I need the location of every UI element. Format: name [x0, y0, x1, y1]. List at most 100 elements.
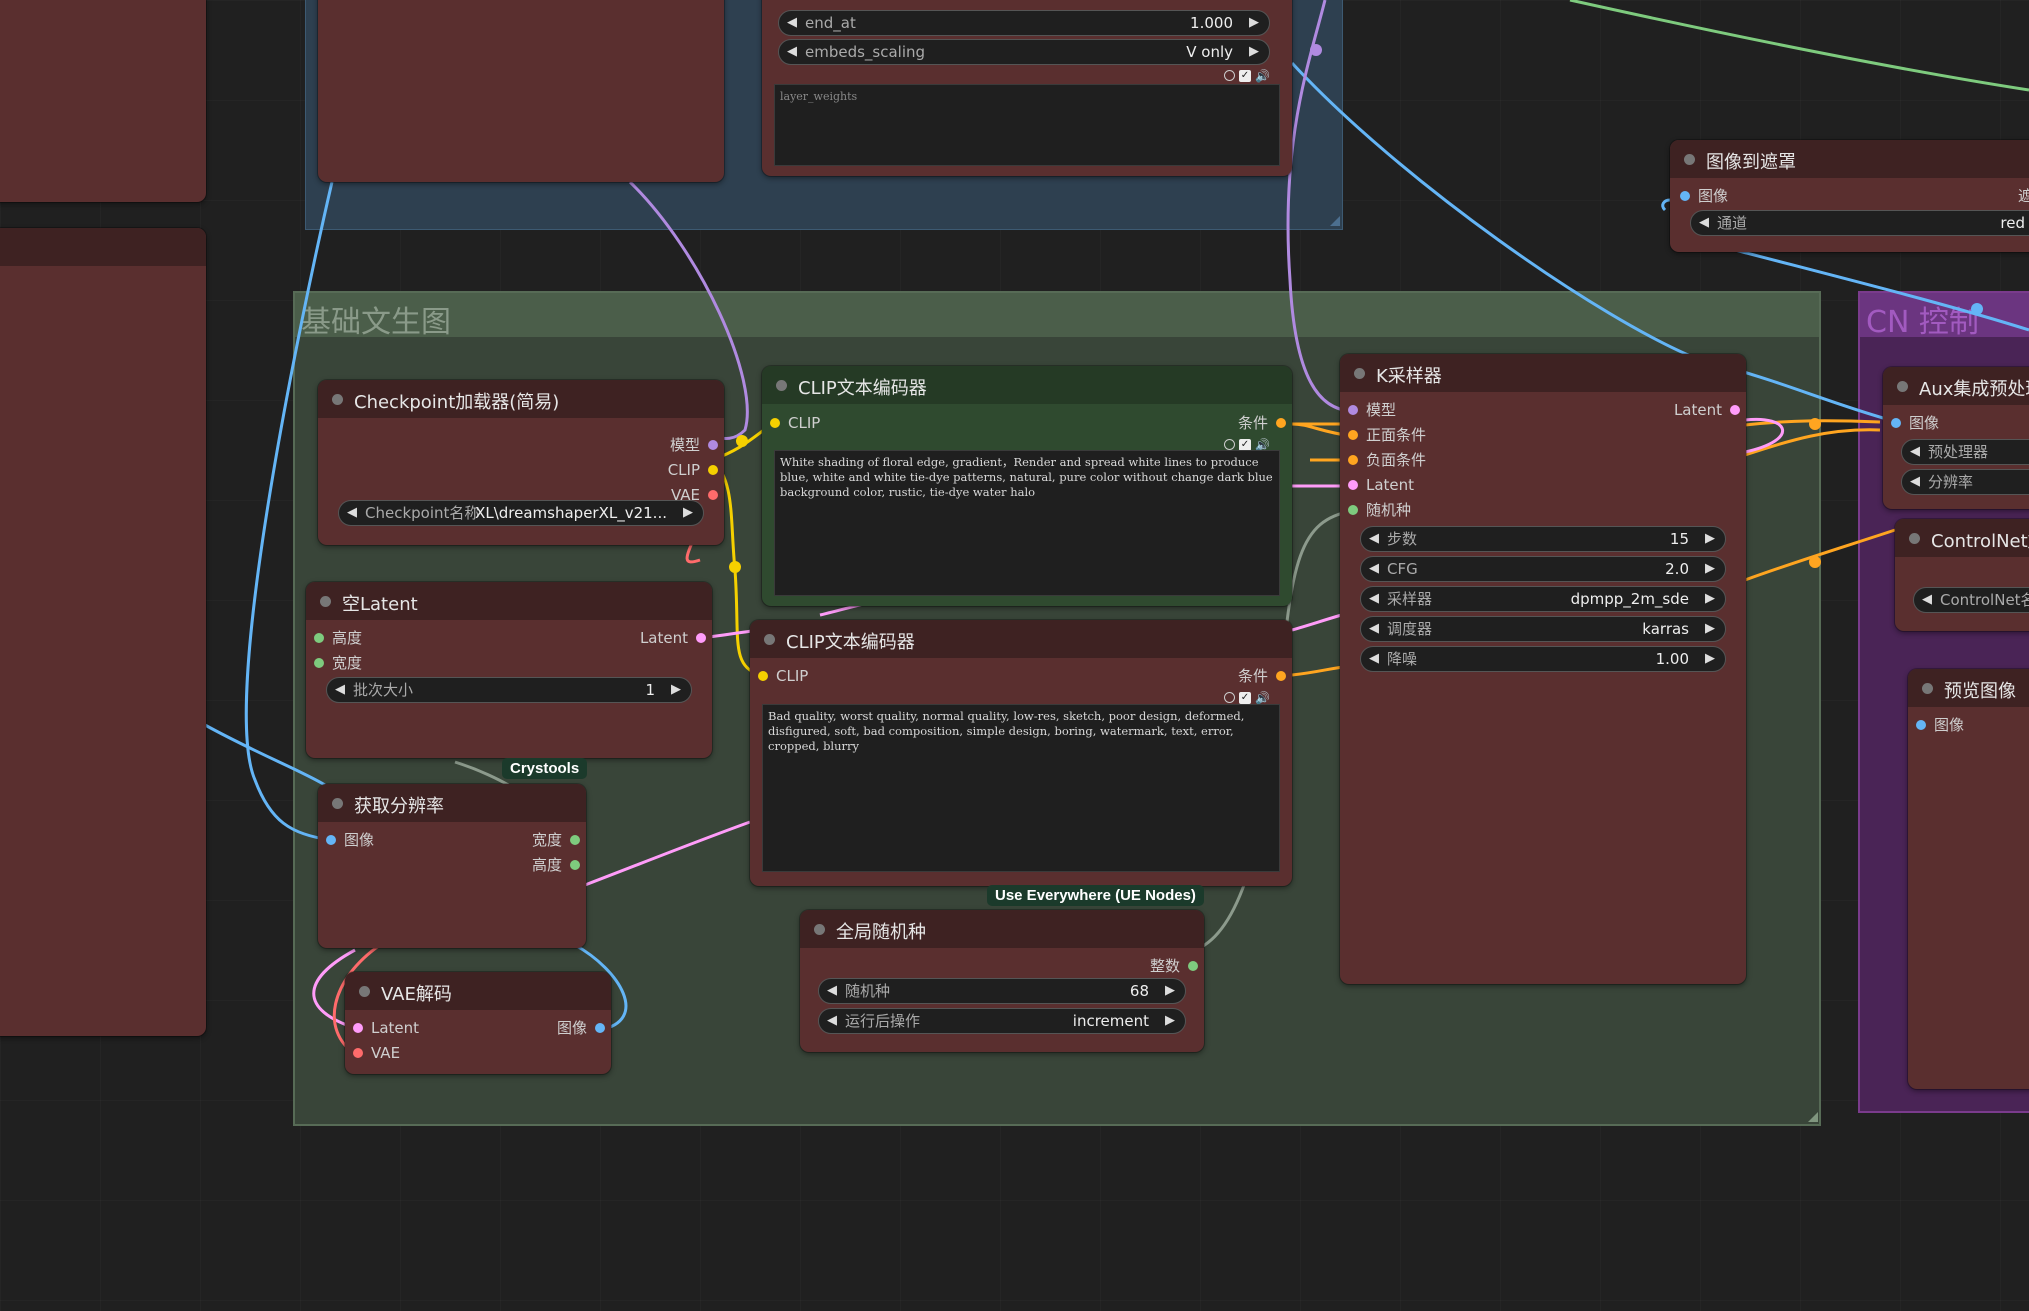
output-conditioning[interactable]: 条件: [1238, 667, 1288, 685]
widget-end-at[interactable]: ◀ end_at 1.000 ▶: [778, 10, 1270, 36]
offscreen-node-left-top[interactable]: [0, 0, 206, 202]
arrow-left-icon[interactable]: ◀: [1910, 440, 1920, 464]
ksampler-node[interactable]: K采样器 模型 正面条件 负面条件 Latent 随机种 Latent ◀ 步数…: [1340, 354, 1746, 984]
arrow-right-icon[interactable]: ▶: [1705, 617, 1715, 641]
output-latent[interactable]: Latent: [640, 629, 708, 647]
arrow-right-icon[interactable]: ▶: [683, 501, 693, 525]
widget-batch-size[interactable]: ◀ 批次大小 1 ▶: [326, 677, 692, 703]
node-toggles[interactable]: ✓ 🔊: [1224, 68, 1270, 83]
arrow-left-icon[interactable]: ◀: [1910, 470, 1920, 494]
empty-latent-node[interactable]: 空Latent 高度 宽度 Latent ◀ 批次大小 1 ▶: [306, 582, 712, 758]
arrow-left-icon[interactable]: ◀: [827, 979, 837, 1003]
arrow-left-icon[interactable]: ◀: [1369, 587, 1379, 611]
arrow-right-icon[interactable]: ▶: [1705, 557, 1715, 581]
node-status-dot: [764, 634, 775, 645]
output-model[interactable]: 模型: [670, 436, 720, 454]
arrow-left-icon[interactable]: ◀: [827, 1009, 837, 1033]
input-seed[interactable]: 随机种: [1346, 501, 1411, 519]
arrow-right-icon[interactable]: ▶: [671, 678, 681, 702]
input-width[interactable]: 宽度: [312, 654, 362, 672]
output-image[interactable]: 图像: [557, 1019, 607, 1037]
input-image[interactable]: 图像: [1889, 414, 1939, 432]
prompt-textarea[interactable]: Bad quality, worst quality, normal quali…: [762, 704, 1280, 872]
arrow-left-icon[interactable]: ◀: [1369, 617, 1379, 641]
input-clip[interactable]: CLIP: [756, 667, 808, 685]
aux-preprocessor-node[interactable]: Aux集成预处理 图像 ◀ 预处理器 ◀ 分辨率: [1883, 367, 2029, 509]
get-resolution-node[interactable]: 获取分辨率 图像 宽度 高度: [318, 784, 586, 948]
arrow-left-icon[interactable]: ◀: [787, 40, 797, 64]
speaker-icon[interactable]: 🔊: [1255, 69, 1270, 83]
widget-sampler[interactable]: ◀ 采样器 dpmpp_2m_sde ▶: [1360, 586, 1726, 612]
arrow-left-icon[interactable]: ◀: [347, 501, 357, 525]
widget-steps[interactable]: ◀ 步数 15 ▶: [1360, 526, 1726, 552]
node-graph-canvas[interactable]: 基础文生图 CN 控制 ◀ end_at 1.000 ▶ ◀ embeds_sc…: [0, 0, 2029, 1311]
arrow-left-icon[interactable]: ◀: [335, 678, 345, 702]
widget-cfg[interactable]: ◀ CFG 2.0 ▶: [1360, 556, 1726, 582]
offscreen-node-left-mid[interactable]: [0, 228, 206, 1036]
output-int[interactable]: 整数: [1150, 957, 1200, 975]
input-image[interactable]: 图像: [1678, 187, 1728, 205]
widget-checkpoint-name[interactable]: ◀ Checkpoint名称 XL\dreamshaperXL_v21... ▶: [338, 500, 704, 526]
output-clip[interactable]: CLIP: [668, 461, 720, 479]
input-positive[interactable]: 正面条件: [1346, 426, 1426, 444]
widget-denoise[interactable]: ◀ 降噪 1.00 ▶: [1360, 646, 1726, 672]
controlnet-loader-node[interactable]: ControlNet加 ◀ ControlNet名: [1895, 519, 2029, 631]
arrow-right-icon[interactable]: ▶: [1705, 647, 1715, 671]
output-conditioning[interactable]: 条件: [1238, 414, 1288, 432]
speaker-icon[interactable]: 🔊: [1255, 691, 1270, 705]
widget-seed[interactable]: ◀ 随机种 68 ▶: [818, 978, 1186, 1004]
output-latent[interactable]: Latent: [1674, 401, 1742, 419]
vae-decode-node[interactable]: VAE解码 Latent VAE 图像: [345, 972, 611, 1074]
input-latent[interactable]: Latent: [1346, 476, 1414, 494]
group-resize-handle[interactable]: [1330, 216, 1340, 226]
widget-scheduler[interactable]: ◀ 调度器 karras ▶: [1360, 616, 1726, 642]
arrow-right-icon[interactable]: ▶: [1705, 587, 1715, 611]
widget-preprocessor[interactable]: ◀ 预处理器: [1901, 439, 2029, 465]
arrow-right-icon[interactable]: ▶: [1705, 527, 1715, 551]
checkpoint-loader-node[interactable]: Checkpoint加载器(简易) 模型 CLIP VAE ◀ Checkpoi…: [318, 380, 724, 545]
output-width[interactable]: 宽度: [532, 831, 582, 849]
input-clip[interactable]: CLIP: [768, 414, 820, 432]
input-model[interactable]: 模型: [1346, 401, 1396, 419]
clip-negative-node[interactable]: CLIP文本编码器 CLIP 条件 ✓ 🔊 Bad quality, worst …: [750, 620, 1292, 886]
input-negative[interactable]: 负面条件: [1346, 451, 1426, 469]
arrow-right-icon[interactable]: ▶: [1249, 11, 1259, 35]
offscreen-node-top-a[interactable]: [318, 0, 724, 182]
widget-resolution[interactable]: ◀ 分辨率: [1901, 469, 2029, 495]
checkbox-icon[interactable]: ✓: [1239, 691, 1251, 704]
input-image[interactable]: 图像: [324, 831, 374, 849]
widget-control-after-generate[interactable]: ◀ 运行后操作 increment ▶: [818, 1008, 1186, 1034]
input-latent[interactable]: Latent: [351, 1019, 419, 1037]
arrow-left-icon[interactable]: ◀: [1922, 588, 1932, 612]
input-image[interactable]: 图像: [1914, 716, 1964, 734]
radio-icon[interactable]: [1224, 692, 1235, 704]
node-status-dot: [1922, 683, 1933, 694]
global-seed-node[interactable]: 全局随机种 整数 ◀ 随机种 68 ▶ ◀ 运行后操作 increment ▶: [800, 910, 1204, 1052]
output-height[interactable]: 高度: [532, 856, 582, 874]
radio-icon[interactable]: [1224, 439, 1235, 451]
arrow-left-icon[interactable]: ◀: [1699, 211, 1709, 235]
widget-channel[interactable]: ◀ 通道 red: [1690, 210, 2029, 236]
input-height[interactable]: 高度: [312, 629, 362, 647]
image-to-mask-node[interactable]: 图像到遮罩 图像 遮 ◀ 通道 red: [1670, 140, 2029, 252]
prompt-textarea[interactable]: White shading of floral edge, gradient，R…: [774, 450, 1280, 596]
preview-image-node[interactable]: 预览图像 图像: [1908, 669, 2029, 1089]
arrow-left-icon[interactable]: ◀: [1369, 647, 1379, 671]
arrow-right-icon[interactable]: ▶: [1165, 1009, 1175, 1033]
checkbox-icon[interactable]: ✓: [1239, 69, 1251, 82]
widget-controlnet-name[interactable]: ◀ ControlNet名: [1913, 587, 2029, 613]
input-vae[interactable]: VAE: [351, 1044, 400, 1062]
arrow-left-icon[interactable]: ◀: [1369, 557, 1379, 581]
radio-icon[interactable]: [1224, 70, 1235, 82]
layer-weights-textarea[interactable]: layer_weights: [774, 84, 1280, 166]
group-resize-handle[interactable]: [1808, 1112, 1818, 1122]
clip-positive-node[interactable]: CLIP文本编码器 CLIP 条件 ✓ 🔊 White shading of fl…: [762, 366, 1292, 606]
arrow-left-icon[interactable]: ◀: [787, 11, 797, 35]
arrow-left-icon[interactable]: ◀: [1369, 527, 1379, 551]
ipadapter-node[interactable]: ◀ end_at 1.000 ▶ ◀ embeds_scaling V only…: [762, 0, 1292, 176]
arrow-right-icon[interactable]: ▶: [1165, 979, 1175, 1003]
node-title: 空Latent: [342, 594, 418, 615]
widget-embeds-scaling[interactable]: ◀ embeds_scaling V only ▶: [778, 39, 1270, 65]
node-toggles[interactable]: ✓ 🔊: [1224, 690, 1270, 705]
arrow-right-icon[interactable]: ▶: [1249, 40, 1259, 64]
